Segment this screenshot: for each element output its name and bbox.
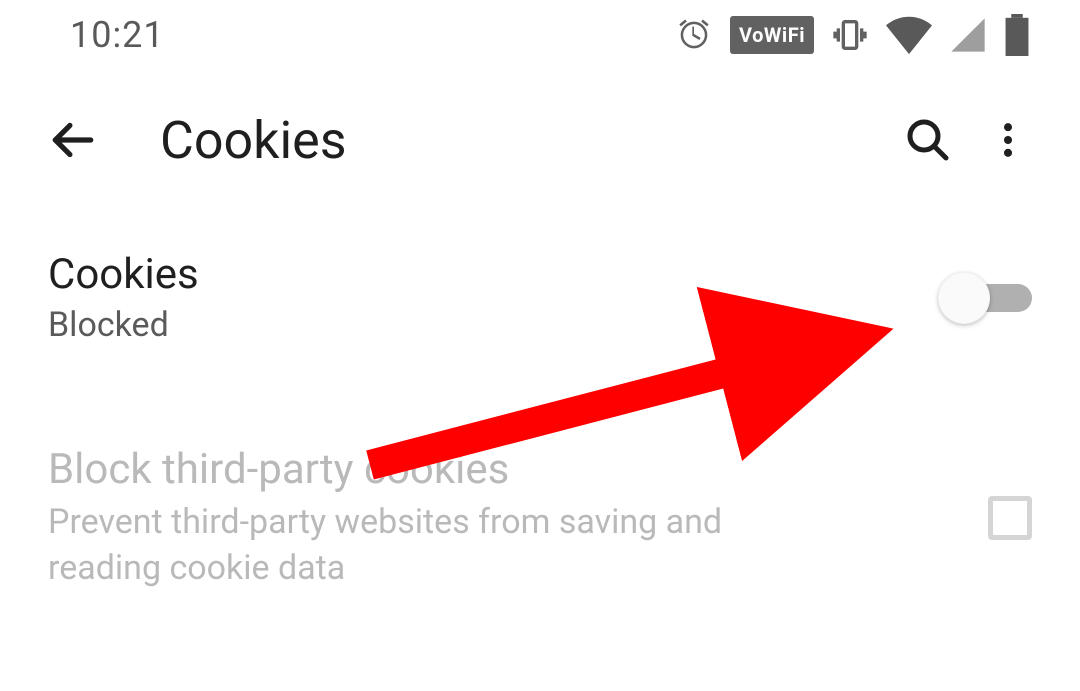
status-icons: VoWiFi — [674, 14, 1030, 56]
arrow-back-icon — [47, 115, 97, 165]
status-bar: 10:21 VoWiFi — [0, 0, 1080, 70]
back-button[interactable] — [32, 100, 112, 180]
third-party-cookies-text: Block third-party cookies Prevent third-… — [48, 445, 960, 592]
search-button[interactable] — [888, 100, 968, 180]
switch-thumb — [938, 272, 990, 324]
signal-icon — [948, 15, 988, 55]
vibrate-icon — [830, 15, 870, 55]
settings-list: Cookies Blocked Block third-party cookie… — [0, 200, 1080, 612]
battery-icon — [1004, 14, 1030, 56]
vowifi-badge: VoWiFi — [730, 16, 814, 54]
status-clock: 10:21 — [70, 14, 165, 56]
cookies-toggle-text: Cookies Blocked — [48, 250, 920, 345]
cookies-toggle-subtitle: Blocked — [48, 305, 920, 345]
third-party-cookies-title: Block third-party cookies — [48, 445, 960, 494]
overflow-menu-button[interactable] — [968, 100, 1048, 180]
toolbar: Cookies — [0, 80, 1080, 200]
alarm-icon — [674, 15, 714, 55]
cookies-toggle-row[interactable]: Cookies Blocked — [0, 230, 1080, 365]
wifi-icon — [886, 15, 932, 55]
cookies-switch[interactable] — [948, 278, 1032, 318]
third-party-cookies-row: Block third-party cookies Prevent third-… — [0, 425, 1080, 612]
cookies-toggle-title: Cookies — [48, 250, 920, 299]
more-vert-icon — [986, 118, 1030, 162]
search-icon — [904, 116, 952, 164]
page-title: Cookies — [160, 110, 888, 171]
third-party-cookies-checkbox — [988, 496, 1032, 540]
third-party-cookies-subtitle: Prevent third-party websites from saving… — [48, 500, 796, 592]
